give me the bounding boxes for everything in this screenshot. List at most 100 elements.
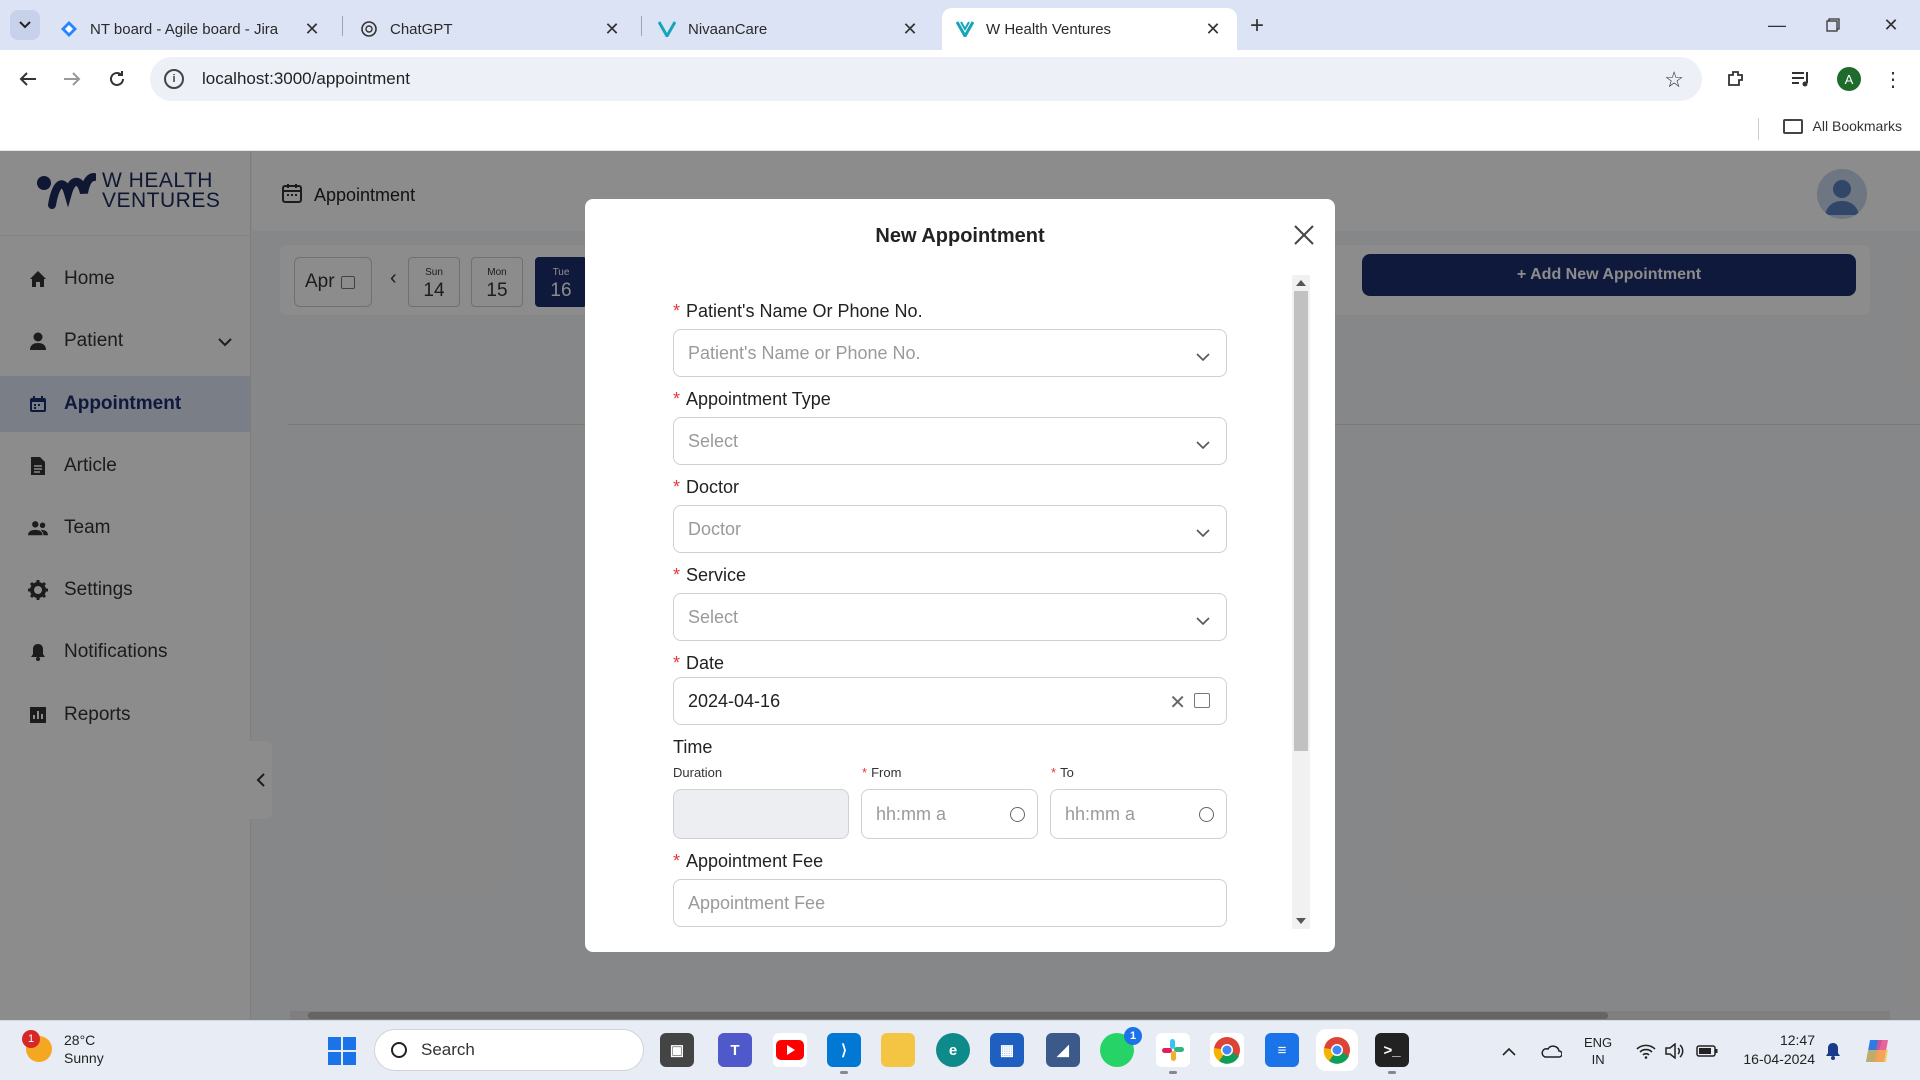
minimize-button[interactable]: —	[1762, 10, 1792, 40]
close-tab-icon[interactable]: ✕	[900, 19, 920, 39]
edge-icon[interactable]: e	[936, 1033, 970, 1067]
url-text[interactable]: localhost:3000/appointment	[202, 69, 410, 89]
chevron-down-icon	[1196, 346, 1210, 367]
appointment-type-select[interactable]: Select	[673, 417, 1227, 465]
restore-icon	[1826, 18, 1840, 32]
tray-overflow-icon[interactable]	[1502, 1021, 1516, 1080]
whatsapp-icon[interactable]: 1	[1100, 1027, 1142, 1067]
tab-nivaancare[interactable]: NivaanCare ✕	[644, 8, 934, 50]
to-placeholder: hh:mm a	[1065, 803, 1136, 824]
profile-avatar[interactable]: A	[1837, 67, 1861, 91]
date-value: 2024-04-16	[688, 690, 781, 711]
media-control-icon[interactable]	[1785, 63, 1817, 95]
reload-button[interactable]	[101, 63, 133, 95]
weather-badge: 1	[22, 1030, 40, 1048]
tab-w-health-ventures[interactable]: W Health Ventures ✕	[942, 8, 1237, 50]
weather-widget[interactable]: 1 28°C Sunny	[22, 1030, 104, 1067]
volume-icon[interactable]	[1665, 1021, 1685, 1080]
notepad-icon[interactable]: ≡	[1265, 1033, 1299, 1067]
clock-date: 16-04-2024	[1743, 1051, 1815, 1067]
taskbar-search[interactable]: Search	[374, 1029, 644, 1071]
arrow-right-icon	[64, 72, 81, 86]
browser-toolbar: i localhost:3000/appointment ☆ A ⋮	[0, 50, 1920, 108]
close-icon[interactable]	[1290, 221, 1318, 249]
from-time-picker[interactable]: hh:mm a	[861, 789, 1038, 839]
windows-start-icon[interactable]	[328, 1037, 356, 1065]
close-window-button[interactable]: ✕	[1876, 10, 1906, 40]
close-tab-icon[interactable]: ✕	[1203, 19, 1223, 39]
file-explorer-icon[interactable]	[881, 1033, 915, 1067]
bookmark-star-icon[interactable]: ☆	[1664, 67, 1684, 93]
slack-icon[interactable]	[1156, 1033, 1190, 1074]
sun-icon: 1	[22, 1030, 52, 1062]
doctor-select[interactable]: Doctor	[673, 505, 1227, 553]
tab-divider	[342, 16, 343, 36]
browser-menu-icon[interactable]: ⋮	[1877, 63, 1909, 95]
patient-select[interactable]: Patient's Name or Phone No.	[673, 329, 1227, 377]
all-bookmarks-button[interactable]: All Bookmarks	[1782, 118, 1902, 134]
microsoft-store-icon[interactable]: ▦	[990, 1033, 1024, 1067]
fee-label: * Appointment Fee	[673, 851, 824, 871]
back-button[interactable]	[12, 63, 44, 95]
date-picker[interactable]: 2024-04-16 ✕	[673, 677, 1227, 725]
scrollbar-thumb[interactable]	[1294, 291, 1308, 751]
scroll-up-arrow-icon[interactable]	[1296, 280, 1306, 286]
new-appointment-modal: New Appointment * Patient's Name Or Phone…	[585, 199, 1335, 952]
onedrive-icon[interactable]	[1540, 1021, 1562, 1080]
battery-icon[interactable]	[1696, 1021, 1718, 1080]
wifi-icon[interactable]	[1636, 1021, 1656, 1080]
chevron-down-icon	[19, 21, 31, 29]
chevron-down-icon	[1196, 434, 1210, 455]
appointment-fee-input[interactable]: Appointment Fee	[673, 879, 1227, 927]
copilot-icon[interactable]	[1864, 1021, 1892, 1080]
service-placeholder: Select	[688, 606, 739, 627]
youtube-icon[interactable]	[773, 1033, 807, 1067]
whealth-icon	[956, 20, 974, 38]
arrow-left-icon	[19, 72, 36, 86]
tab-chatgpt[interactable]: ChatGPT ✕	[346, 8, 636, 50]
appointment-type-label: * Appointment Type	[673, 389, 831, 409]
language-indicator[interactable]: ENG IN	[1584, 1021, 1612, 1080]
chrome-active-icon[interactable]	[1320, 1033, 1354, 1067]
close-tab-icon[interactable]: ✕	[302, 19, 322, 39]
nivaancare-icon	[658, 20, 676, 38]
lang-line-2: IN	[1591, 1052, 1605, 1067]
from-label: * From	[862, 765, 902, 780]
browser-tab-strip: NT board - Agile board - Jira ✕ ChatGPT …	[0, 0, 1920, 50]
fee-placeholder: Appointment Fee	[688, 892, 826, 913]
site-info-icon[interactable]: i	[164, 69, 184, 89]
calendar-icon[interactable]	[1194, 693, 1210, 708]
temperature: 28°C	[64, 1032, 96, 1048]
teams-icon[interactable]: T	[718, 1033, 752, 1067]
address-bar[interactable]: i localhost:3000/appointment ☆	[150, 57, 1702, 101]
extensions-icon[interactable]	[1720, 63, 1752, 95]
weather-text: 28°C Sunny	[64, 1031, 104, 1067]
task-view-icon[interactable]: ▣	[660, 1033, 694, 1067]
new-tab-button[interactable]: +	[1243, 12, 1271, 40]
modal-title: New Appointment	[875, 225, 1045, 247]
scroll-down-arrow-icon[interactable]	[1296, 918, 1306, 924]
service-select[interactable]: Select	[673, 593, 1227, 641]
reload-icon	[110, 71, 124, 86]
modal-scrollbar[interactable]	[1292, 275, 1310, 929]
chatgpt-icon	[360, 20, 378, 38]
doctor-label: * Doctor	[673, 477, 740, 497]
mysql-workbench-icon[interactable]: ◢	[1046, 1033, 1080, 1067]
chrome-icon[interactable]	[1210, 1033, 1244, 1067]
notification-bell-icon[interactable]	[1825, 1021, 1841, 1080]
terminal-icon[interactable]: >_	[1375, 1033, 1409, 1074]
system-clock[interactable]: 12:47 16-04-2024	[1730, 1031, 1815, 1069]
vscode-icon[interactable]: ⟩	[827, 1033, 861, 1074]
to-time-picker[interactable]: hh:mm a	[1050, 789, 1227, 839]
lang-line-1: ENG	[1584, 1035, 1613, 1050]
restore-button[interactable]	[1818, 10, 1848, 40]
service-label: * Service	[673, 565, 747, 585]
clear-icon[interactable]: ✕	[1169, 690, 1186, 715]
windows-taskbar: 1 28°C Sunny Search ▣ T ⟩ e ▦ ◢ 1 ≡ >_ E…	[0, 1020, 1920, 1080]
tab-jira[interactable]: NT board - Agile board - Jira ✕	[46, 8, 336, 50]
tab-search-button[interactable]	[10, 10, 40, 40]
forward-button[interactable]	[56, 63, 88, 95]
time-label: Time	[673, 737, 713, 757]
date-label: * Date	[673, 653, 725, 673]
close-tab-icon[interactable]: ✕	[602, 19, 622, 39]
